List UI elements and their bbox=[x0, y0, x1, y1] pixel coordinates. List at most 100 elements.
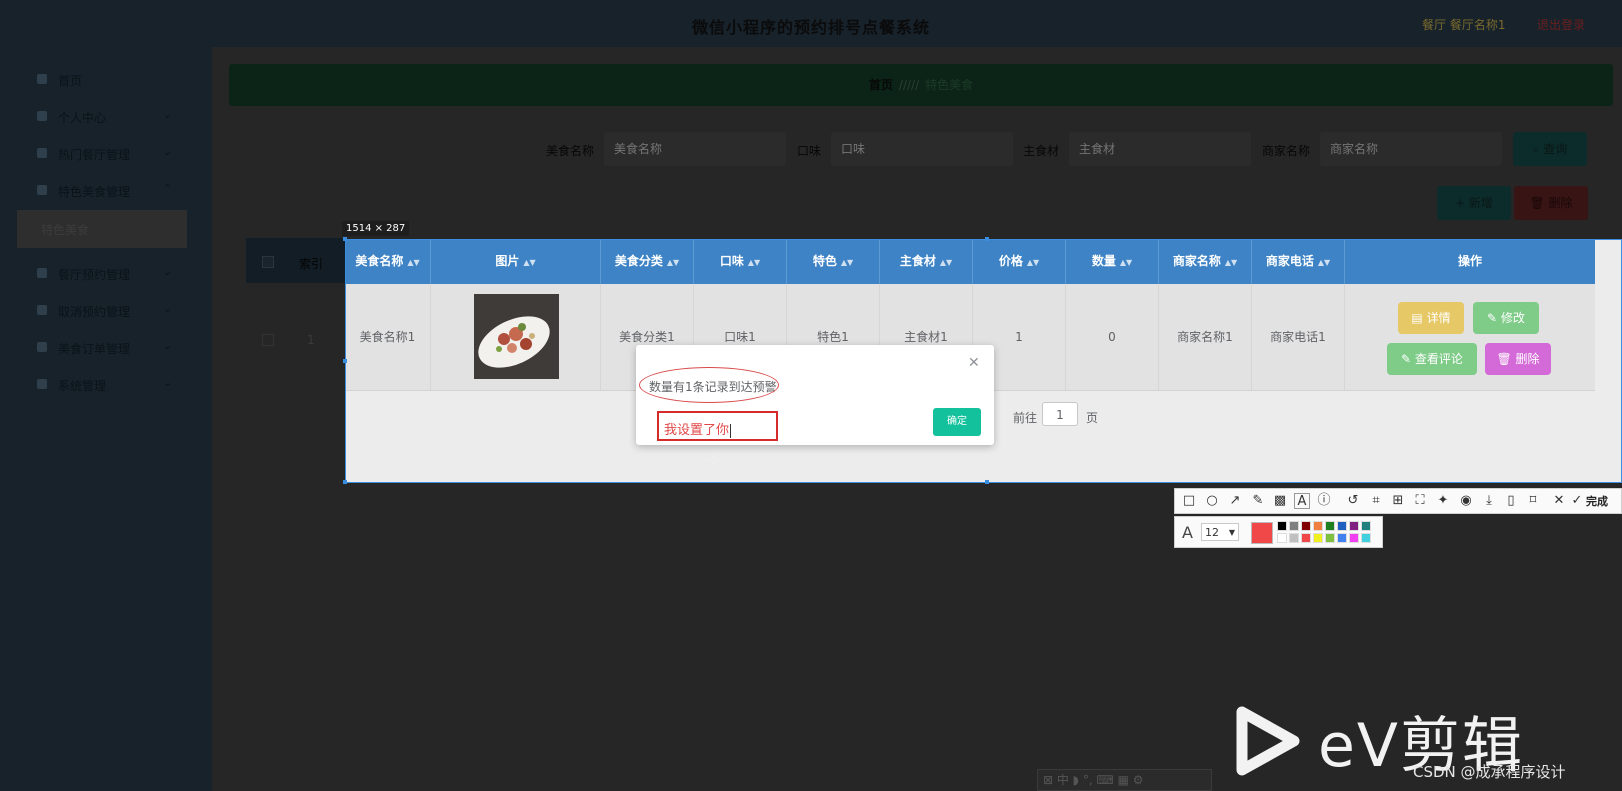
sort-icon[interactable]: ▲▼ bbox=[1318, 258, 1330, 267]
pager-page-input[interactable]: 1 bbox=[1042, 402, 1078, 426]
sort-icon[interactable]: ▲▼ bbox=[1225, 258, 1237, 267]
row-index: 1 bbox=[307, 333, 315, 347]
color-swatch[interactable] bbox=[1325, 521, 1335, 531]
col-header-feature[interactable]: 特色 ▲▼ bbox=[787, 239, 880, 284]
detail-button-label: 详情 bbox=[1426, 311, 1451, 325]
arrow-tool-icon[interactable]: ↗ bbox=[1227, 493, 1243, 509]
col-header-merchant[interactable]: 商家名称 ▲▼ bbox=[1159, 239, 1252, 284]
annotation-text-box[interactable]: 我设置了你 bbox=[657, 411, 778, 441]
col-header-price[interactable]: 价格 ▲▼ bbox=[973, 239, 1066, 284]
col-header-image[interactable]: 图片 ▲▼ bbox=[431, 239, 601, 284]
current-color-swatch[interactable] bbox=[1251, 522, 1273, 544]
pen-tool-icon[interactable]: ✎ bbox=[1250, 493, 1266, 509]
color-swatch[interactable] bbox=[1289, 521, 1299, 531]
search-label-taste: 口味 bbox=[797, 144, 822, 158]
color-swatch[interactable] bbox=[1277, 533, 1287, 543]
grid-icon bbox=[37, 379, 47, 389]
search-input-taste[interactable] bbox=[831, 132, 1013, 166]
sidebar-item-profile[interactable]: 个人中心 ⌄ bbox=[0, 99, 212, 135]
color-swatch[interactable] bbox=[1289, 533, 1299, 543]
text-tool-icon[interactable]: A bbox=[1294, 493, 1310, 509]
color-swatch[interactable] bbox=[1361, 521, 1371, 531]
resize-handle[interactable] bbox=[985, 237, 989, 241]
rectangle-tool-icon[interactable]: □ bbox=[1181, 493, 1197, 509]
search-input-name[interactable] bbox=[604, 132, 786, 166]
resize-handle[interactable] bbox=[343, 480, 347, 484]
row-checkbox[interactable] bbox=[262, 334, 274, 346]
add-button[interactable]: + 新增 bbox=[1437, 186, 1511, 220]
sort-icon[interactable]: ▲▼ bbox=[841, 258, 853, 267]
record-icon[interactable]: ◉ bbox=[1458, 493, 1474, 509]
search-input-ingredient[interactable] bbox=[1069, 132, 1251, 166]
col-header-taste[interactable]: 口味 ▲▼ bbox=[694, 239, 787, 284]
sidebar-subitem-food[interactable]: 特色美食 bbox=[17, 210, 187, 248]
col-label: 价格 bbox=[998, 254, 1023, 268]
sidebar-item-orders[interactable]: 美食订单管理 ⌄ bbox=[0, 330, 212, 366]
sort-icon[interactable]: ▲▼ bbox=[748, 258, 760, 267]
col-header-ingredient[interactable]: 主食材 ▲▼ bbox=[880, 239, 973, 284]
close-icon[interactable]: ✕ bbox=[968, 355, 980, 371]
current-user[interactable]: 餐厅 餐厅名称1 bbox=[1422, 16, 1505, 33]
col-header-name[interactable]: 美食名称 ▲▼ bbox=[345, 239, 431, 284]
mosaic-tool-icon[interactable]: ▩ bbox=[1272, 493, 1288, 509]
sort-icon[interactable]: ▲▼ bbox=[940, 258, 952, 267]
color-swatch[interactable] bbox=[1301, 533, 1311, 543]
view-reviews-button[interactable]: ✎ 查看评论 bbox=[1387, 343, 1477, 375]
done-button[interactable]: 完成 bbox=[1586, 493, 1608, 509]
color-swatch[interactable] bbox=[1349, 533, 1359, 543]
color-swatch[interactable] bbox=[1361, 533, 1371, 543]
ellipse-tool-icon[interactable]: ○ bbox=[1204, 493, 1220, 509]
col-header-quantity[interactable]: 数量 ▲▼ bbox=[1066, 239, 1159, 284]
col-header-category[interactable]: 美食分类 ▲▼ bbox=[601, 239, 694, 284]
trash-icon: 🗑 bbox=[1529, 196, 1549, 210]
resize-handle[interactable] bbox=[343, 237, 347, 241]
view-reviews-label: 查看评论 bbox=[1414, 352, 1463, 366]
breadcrumb-home[interactable]: 首页 bbox=[869, 78, 893, 92]
sidebar-item-food[interactable]: 特色美食管理 ⌃ bbox=[0, 173, 212, 209]
resize-handle[interactable] bbox=[343, 359, 347, 363]
sidebar-item-cancellations[interactable]: 取消预约管理 ⌄ bbox=[0, 293, 212, 329]
edit-button[interactable]: ✎ 修改 bbox=[1473, 302, 1539, 334]
color-swatch[interactable] bbox=[1325, 533, 1335, 543]
color-swatch[interactable] bbox=[1337, 521, 1347, 531]
detail-button[interactable]: ▤ 详情 bbox=[1398, 302, 1464, 334]
font-size-select[interactable]: 12 ▼ bbox=[1201, 523, 1239, 541]
batch-delete-label: 删除 bbox=[1548, 196, 1573, 210]
select-all-checkbox[interactable] bbox=[262, 256, 274, 268]
ocr-icon[interactable]: ⌗ bbox=[1368, 493, 1384, 509]
search-input-merchant[interactable] bbox=[1320, 132, 1502, 166]
sidebar-item-restaurants[interactable]: 热门餐厅管理 ⌄ bbox=[0, 136, 212, 172]
cancel-icon[interactable]: ✕ bbox=[1551, 493, 1567, 509]
logout-link[interactable]: 退出登录 bbox=[1537, 16, 1585, 33]
sidebar-item-home[interactable]: 首页 bbox=[0, 62, 212, 98]
long-screenshot-icon[interactable]: ⛶ bbox=[1412, 493, 1428, 509]
translate-icon[interactable]: ⊞ bbox=[1390, 493, 1406, 509]
color-swatch[interactable] bbox=[1313, 521, 1323, 531]
resize-handle[interactable] bbox=[985, 480, 989, 484]
bookmark-icon[interactable]: ⌑ bbox=[1525, 493, 1541, 509]
sort-icon[interactable]: ▲▼ bbox=[1027, 258, 1039, 267]
color-swatch[interactable] bbox=[1337, 533, 1347, 543]
sidebar-item-label: 特色美食管理 bbox=[58, 185, 131, 199]
sort-icon[interactable]: ▲▼ bbox=[407, 258, 419, 267]
undo-icon[interactable]: ↺ bbox=[1345, 493, 1361, 509]
col-header-phone[interactable]: 商家电话 ▲▼ bbox=[1252, 239, 1345, 284]
annotation-text-value: 我设置了你 bbox=[664, 423, 730, 438]
query-button[interactable]: ⌕ 查询 bbox=[1513, 132, 1587, 166]
color-swatch[interactable] bbox=[1301, 521, 1311, 531]
color-swatch[interactable] bbox=[1313, 533, 1323, 543]
sort-icon[interactable]: ▲▼ bbox=[1120, 258, 1132, 267]
delete-button[interactable]: 🗑 删除 bbox=[1485, 343, 1551, 375]
confirm-button[interactable]: 确定 bbox=[933, 408, 981, 436]
sidebar-item-system[interactable]: 系统管理 ⌄ bbox=[0, 367, 212, 403]
sort-icon[interactable]: ▲▼ bbox=[523, 258, 535, 267]
color-swatch[interactable] bbox=[1277, 521, 1287, 531]
sort-icon[interactable]: ▲▼ bbox=[667, 258, 679, 267]
number-tool-icon[interactable]: ⓘ bbox=[1316, 493, 1332, 509]
pin-icon[interactable]: ✦ bbox=[1435, 493, 1451, 509]
sidebar-item-reservations[interactable]: 餐厅预约管理 ⌄ bbox=[0, 256, 212, 292]
phone-icon[interactable]: ▯ bbox=[1503, 493, 1519, 509]
download-icon[interactable]: ⤓ bbox=[1481, 493, 1497, 509]
batch-delete-button[interactable]: 🗑 删除 bbox=[1514, 186, 1588, 220]
color-swatch[interactable] bbox=[1349, 521, 1359, 531]
